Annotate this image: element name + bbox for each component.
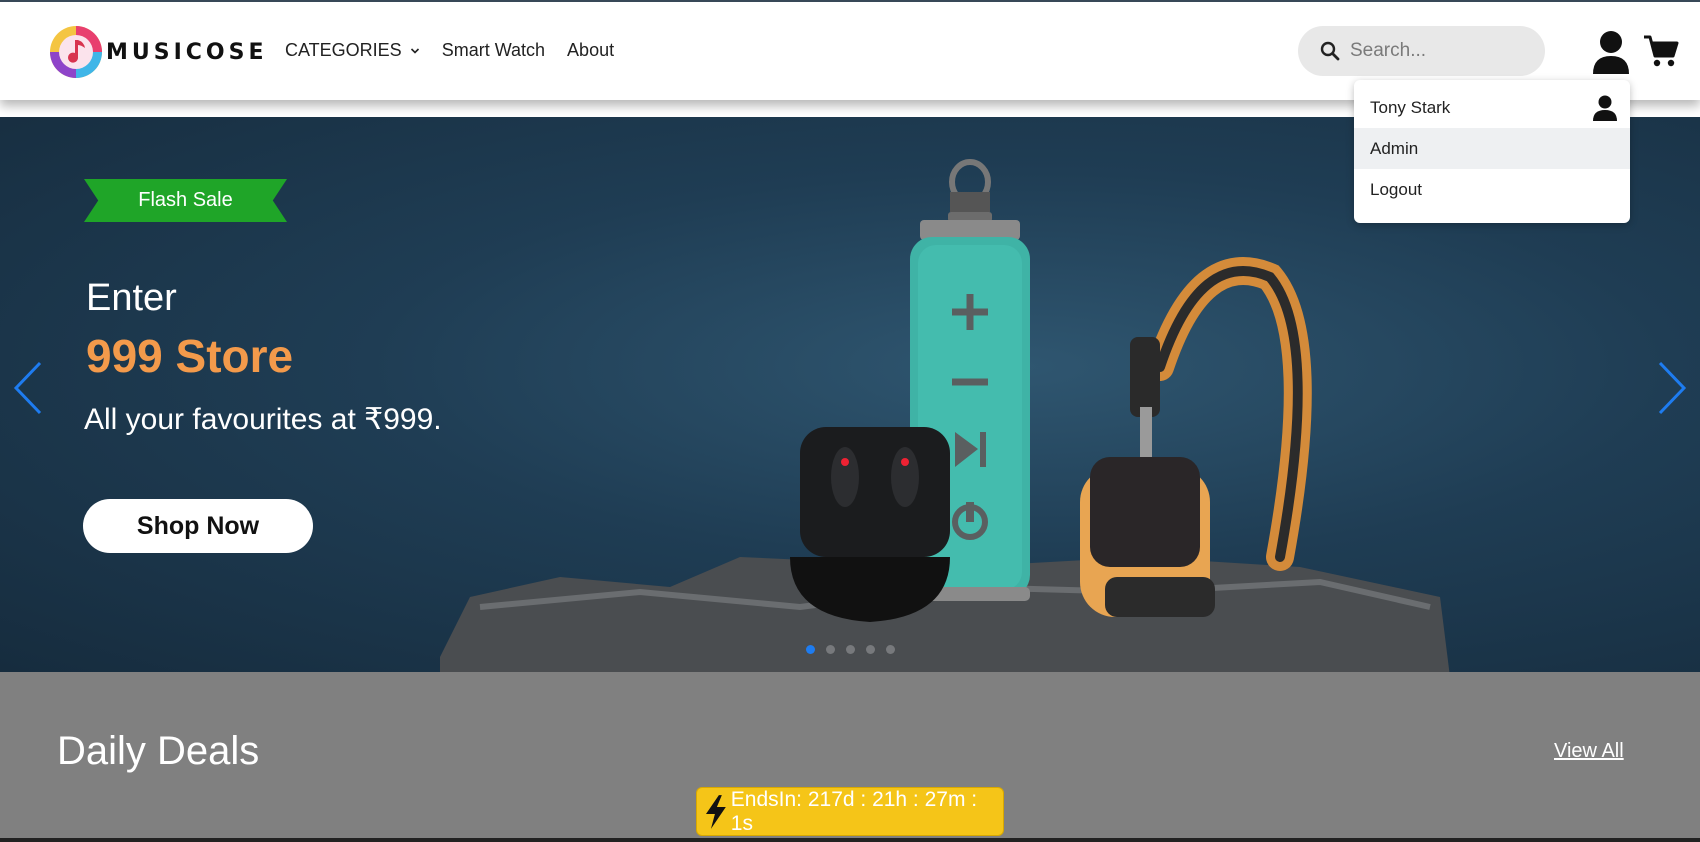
deal-countdown-timer: EndsIn: 217d : 21h : 27m : 1s [696,787,1004,836]
user-icon [1593,95,1617,121]
nav-categories[interactable]: CATEGORIES [285,40,420,61]
dropdown-logout[interactable]: Logout [1354,169,1630,210]
search-input[interactable] [1350,40,1530,62]
carousel-dot[interactable] [826,645,835,654]
product-row-edge [0,838,1700,842]
brand-name: MUSICOSE [106,39,268,65]
lightning-icon [705,794,726,829]
hero-line-enter: Enter [86,277,177,319]
user-icon[interactable] [1591,30,1631,74]
countdown-text: EndsIn: 217d : 21h : 27m : 1s [730,787,978,835]
flash-sale-badge: Flash Sale [84,179,287,222]
nav-about-label: About [567,40,615,60]
nav-about[interactable]: About [567,40,614,61]
carousel-prev-icon[interactable] [12,360,44,416]
user-dropdown-menu: Tony Stark Admin Logout [1354,80,1630,223]
daily-deals-title: Daily Deals [57,729,260,773]
hero-line-store: 999 Store [86,330,294,382]
dropdown-user-name: Tony Stark [1354,87,1630,128]
carousel-next-icon[interactable] [1656,360,1688,416]
nav-smart-watch-label: Smart Watch [441,40,546,60]
hero-product-image [440,159,1450,672]
carousel-dots [806,645,906,654]
search-icon [1320,41,1340,61]
dropdown-admin[interactable]: Admin [1354,128,1630,169]
shop-now-button[interactable]: Shop Now [83,499,313,553]
hero-line-favourites: All your favourites at ₹999. [84,403,442,436]
cart-icon[interactable] [1643,34,1679,70]
carousel-dot[interactable] [866,645,875,654]
search-bar [1298,26,1545,76]
carousel-dot[interactable] [846,645,855,654]
logo-icon [50,26,102,78]
user-name-label: Tony Stark [1370,97,1451,117]
brand-logo[interactable]: MUSICOSE [48,24,268,80]
chevron-down-icon [410,47,419,54]
carousel-dot[interactable] [806,645,815,654]
carousel-dot[interactable] [886,645,895,654]
nav-categories-label: CATEGORIES [285,40,402,60]
view-all-link[interactable]: View All [1554,740,1624,763]
daily-deals-section: Daily Deals View All EndsIn: 217d : 21h … [0,672,1700,842]
main-nav: CATEGORIES Smart Watch About [285,40,636,61]
nav-smart-watch[interactable]: Smart Watch [442,40,545,61]
